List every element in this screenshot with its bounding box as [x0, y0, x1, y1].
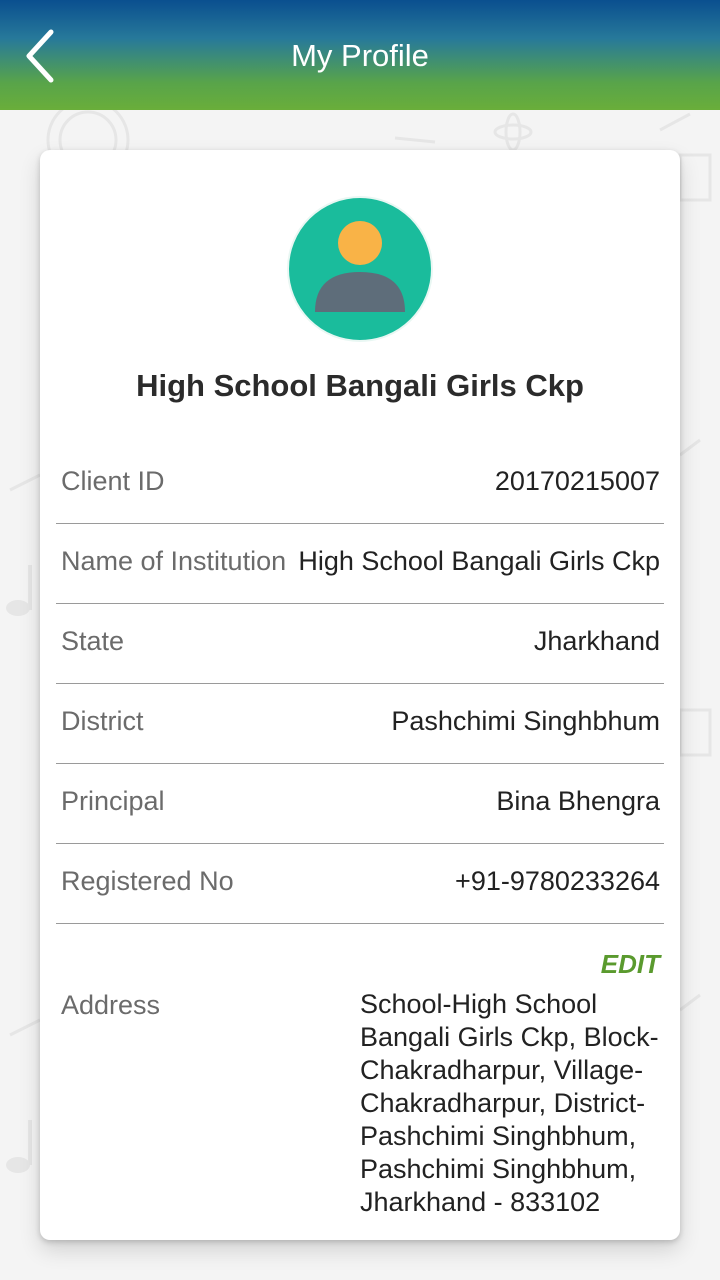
field-value: High School Bangali Girls Ckp [298, 544, 660, 578]
field-label: Principal [61, 786, 165, 816]
field-institution: Name of Institution High School Bangali … [56, 524, 664, 604]
avatar-icon [287, 196, 433, 342]
field-district: District Pashchimi Singhbhum [56, 684, 664, 764]
field-label: Client ID [61, 466, 165, 496]
app-header: My Profile [0, 0, 720, 110]
edit-address-button[interactable]: EDIT [601, 948, 660, 980]
field-value: Jharkhand [533, 624, 660, 658]
field-label: Name of Institution [61, 546, 287, 576]
field-value: +91-9780233264 [455, 864, 660, 898]
institution-name: High School Bangali Girls Ckp [136, 368, 584, 403]
address-label: Address [61, 990, 161, 1020]
field-label: Registered No [61, 866, 234, 896]
field-state: State Jharkhand [56, 604, 664, 684]
field-label: State [61, 626, 125, 656]
field-value: 20170215007 [494, 464, 660, 498]
field-principal: Principal Bina Bhengra [56, 764, 664, 844]
page-title: My Profile [291, 38, 429, 73]
field-registered-no: Registered No +91-9780233264 [56, 844, 664, 924]
field-value: Pashchimi Singhbhum [391, 704, 660, 738]
field-label: District [61, 706, 144, 736]
field-value: Bina Bhengra [496, 784, 660, 818]
field-client-id: Client ID 20170215007 [56, 444, 664, 524]
address-value: School-High School Bangali Girls Ckp, Bl… [360, 989, 659, 1217]
profile-card: High School Bangali Girls Ckp Client ID … [40, 150, 680, 1240]
